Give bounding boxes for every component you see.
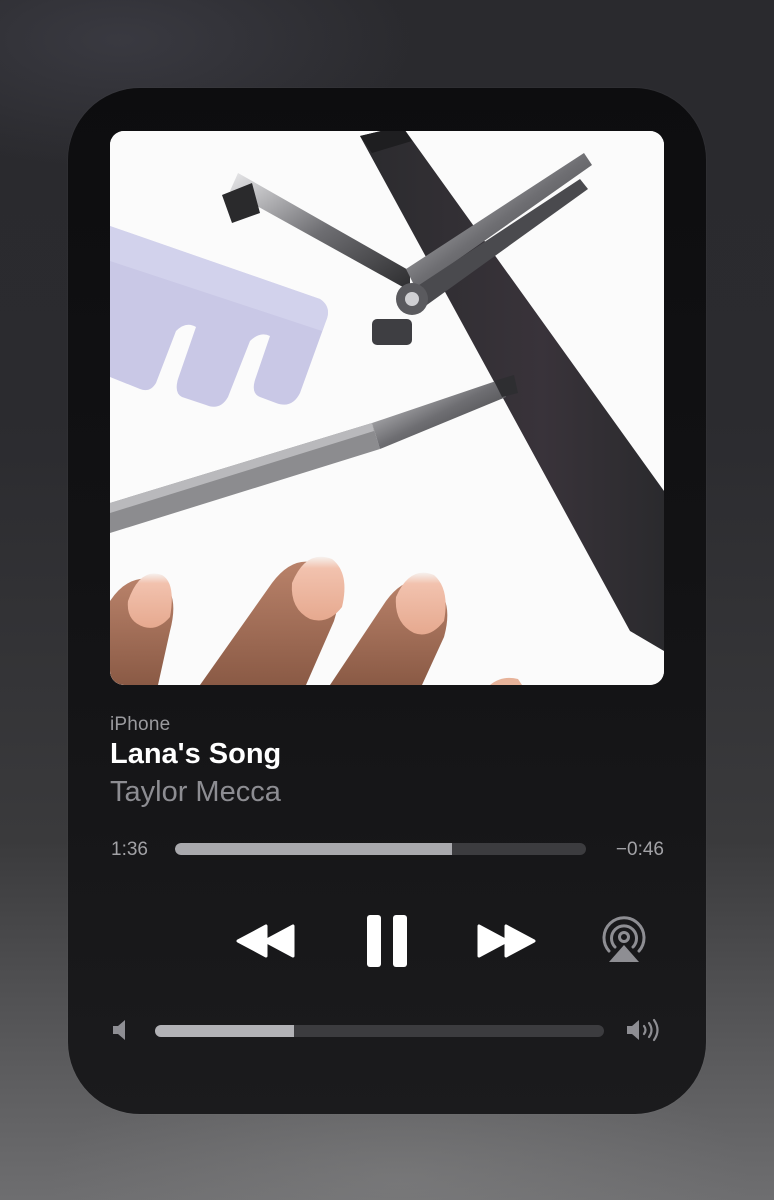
album-artwork [110,131,664,685]
pause-button[interactable] [360,910,414,972]
track-title: Lana's Song [110,738,282,770]
elapsed-time: 1:36 [111,839,148,860]
playback-source: iPhone [110,714,171,735]
pause-icon [367,915,407,967]
forward-button[interactable] [473,913,539,969]
volume-max-icon [624,1018,664,1042]
backward-icon [236,924,295,958]
rewind-button[interactable] [233,913,299,969]
volume-slider[interactable] [155,1025,604,1037]
forward-icon [477,924,536,958]
volume-min-icon [110,1018,132,1042]
now-playing-card: iPhone Lana's Song Taylor Mecca 1:36 −0:… [68,88,706,1114]
scrubber-progress-fill [175,843,452,855]
volume-level-fill [155,1025,295,1037]
airplay-audio-icon [602,916,646,962]
speaker-low-icon [113,1020,125,1040]
playback-scrubber[interactable] [175,843,586,855]
speaker-high-icon [627,1018,659,1042]
remaining-time: −0:46 [615,839,664,860]
airplay-button[interactable] [598,914,650,966]
album-artwork-image [110,131,664,685]
track-artist: Taylor Mecca [110,776,281,808]
